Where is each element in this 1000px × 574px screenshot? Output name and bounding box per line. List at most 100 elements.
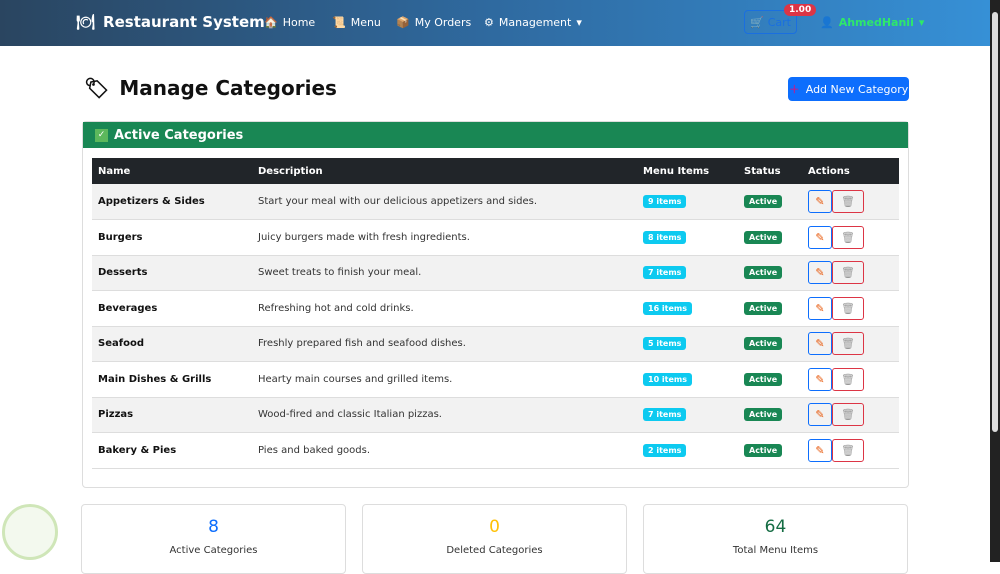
- delete-button[interactable]: 🗑: [832, 438, 864, 462]
- scroll-icon: 📜: [332, 16, 346, 29]
- category-description: Refreshing hot and cold drinks.: [252, 290, 637, 327]
- nav-label: Home: [282, 16, 316, 29]
- category-description: Pies and baked goods.: [252, 432, 637, 469]
- user-menu[interactable]: 👤 AhmedHanii ▾: [820, 16, 924, 29]
- delete-button[interactable]: 🗑: [832, 367, 864, 391]
- nav-home[interactable]: 🏠 Home: [264, 16, 315, 29]
- edit-button[interactable]: ✎: [808, 225, 832, 249]
- delete-button[interactable]: 🗑: [832, 403, 864, 427]
- trash-icon: 🗑: [841, 443, 855, 457]
- check-icon: ✓: [95, 128, 108, 142]
- edit-button[interactable]: ✎: [808, 367, 832, 391]
- delete-button[interactable]: 🗑: [832, 225, 864, 249]
- table-row: Main Dishes & Grills Hearty main courses…: [92, 361, 899, 398]
- scrollbar-thumb[interactable]: [992, 12, 998, 432]
- menu-items-cell: 10 items: [637, 361, 738, 398]
- status-cell: Active: [738, 326, 802, 362]
- active-categories-card: ✓ Active Categories Name Description Menu…: [82, 121, 909, 488]
- home-icon: 🏠: [264, 16, 278, 29]
- actions-cell: ✎ 🗑: [802, 219, 899, 256]
- caret-down-icon: ▾: [918, 16, 925, 29]
- brand[interactable]: 🍽 Restaurant System: [76, 13, 265, 31]
- category-description: Start your meal with our delicious appet…: [252, 184, 637, 220]
- col-status: Status: [738, 158, 802, 184]
- status-cell: Active: [738, 432, 802, 469]
- card-header: ✓ Active Categories: [83, 122, 908, 148]
- delete-button[interactable]: 🗑: [832, 261, 864, 285]
- nav-management[interactable]: ⚙ Management ▾: [484, 16, 582, 29]
- items-badge: 7 items: [643, 266, 687, 280]
- user-icon: 👤: [820, 16, 834, 29]
- package-icon: 📦: [396, 16, 410, 29]
- plus-icon: ＋: [788, 83, 800, 96]
- gear-icon: ⚙: [484, 16, 494, 29]
- col-menu-items: Menu Items: [637, 158, 738, 184]
- nav-my-orders[interactable]: 📦 My Orders: [396, 16, 471, 29]
- category-name: Desserts: [92, 255, 252, 291]
- status-badge: Active: [744, 230, 783, 244]
- trash-icon: 🗑: [841, 301, 855, 315]
- nav-label: Menu: [350, 16, 381, 29]
- pencil-icon: ✎: [815, 443, 825, 457]
- status-cell: Active: [738, 184, 802, 220]
- stat-label: Total Menu Items: [732, 545, 819, 556]
- category-name: Appetizers & Sides: [92, 184, 252, 220]
- category-description: Sweet treats to finish your meal.: [252, 255, 637, 291]
- table-row: Appetizers & Sides Start your meal with …: [92, 184, 899, 220]
- nav-menu[interactable]: 📜 Menu: [332, 16, 381, 29]
- stat-deleted: 0 Deleted Categories: [362, 504, 627, 574]
- categories-table: Name Description Menu Items Status Actio…: [92, 158, 899, 469]
- pencil-icon: ✎: [815, 301, 825, 315]
- category-description: Freshly prepared fish and seafood dishes…: [252, 326, 637, 362]
- brand-label: Restaurant System: [103, 13, 265, 31]
- status-cell: Active: [738, 397, 802, 433]
- status-badge: Active: [744, 372, 783, 386]
- trash-icon: 🗑: [841, 372, 855, 386]
- trash-icon: 🗑: [841, 195, 855, 208]
- edit-button[interactable]: ✎: [808, 296, 832, 320]
- delete-button[interactable]: 🗑: [832, 332, 864, 356]
- status-cell: Active: [738, 255, 802, 291]
- trash-icon: 🗑: [841, 266, 855, 280]
- category-name: Seafood: [92, 326, 252, 362]
- items-badge: 5 items: [643, 337, 687, 351]
- table-row: Pizzas Wood-fired and classic Italian pi…: [92, 397, 899, 433]
- actions-cell: ✎ 🗑: [802, 255, 899, 291]
- add-category-button[interactable]: ＋ Add New Category: [788, 77, 909, 101]
- actions-cell: ✎ 🗑: [802, 326, 899, 362]
- stat-label: Deleted Categories: [446, 545, 543, 556]
- actions-cell: ✎ 🗑: [802, 290, 899, 327]
- page-title: 🏷 Manage Categories: [84, 76, 337, 100]
- edit-button[interactable]: ✎: [808, 438, 832, 462]
- pencil-icon: ✎: [815, 372, 825, 386]
- actions-cell: ✎ 🗑: [802, 397, 899, 433]
- table-row: Seafood Freshly prepared fish and seafoo…: [92, 326, 899, 362]
- category-description: Hearty main courses and grilled items.: [252, 361, 637, 398]
- menu-items-cell: 9 items: [637, 184, 738, 220]
- category-name: Bakery & Pies: [92, 432, 252, 469]
- edit-button[interactable]: ✎: [808, 261, 832, 285]
- card-title: Active Categories: [114, 127, 244, 143]
- status-cell: Active: [738, 219, 802, 256]
- stat-label: Active Categories: [169, 545, 258, 556]
- category-description: Juicy burgers made with fresh ingredient…: [252, 219, 637, 256]
- delete-button[interactable]: 🗑: [832, 190, 864, 213]
- items-badge: 8 items: [643, 230, 687, 244]
- status-badge: Active: [744, 266, 783, 280]
- trash-icon: 🗑: [841, 230, 855, 244]
- nav-label: Management: [498, 16, 572, 29]
- edit-button[interactable]: ✎: [808, 332, 832, 356]
- category-name: Burgers: [92, 219, 252, 256]
- cart-label: Cart: [767, 15, 791, 29]
- pencil-icon: ✎: [815, 195, 825, 208]
- pencil-icon: ✎: [815, 408, 825, 422]
- menu-items-cell: 8 items: [637, 219, 738, 256]
- nav-label: My Orders: [414, 16, 472, 29]
- status-badge: Active: [744, 195, 783, 208]
- edit-button[interactable]: ✎: [808, 190, 832, 213]
- stat-total-items: 64 Total Menu Items: [643, 504, 908, 574]
- edit-button[interactable]: ✎: [808, 403, 832, 427]
- delete-button[interactable]: 🗑: [832, 296, 864, 320]
- category-name: Beverages: [92, 290, 252, 327]
- menu-items-cell: 7 items: [637, 255, 738, 291]
